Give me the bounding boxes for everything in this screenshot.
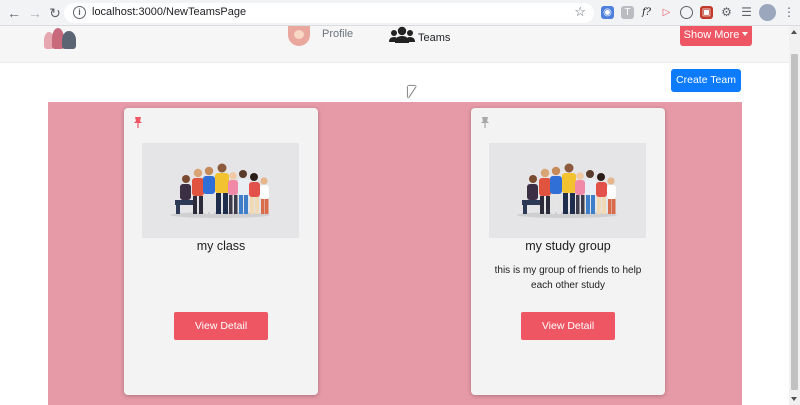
brand-logo-icon[interactable] [44, 26, 78, 50]
browser-toolbar: ← → ↻ i localhost:3000/NewTeamsPage ☆ ◉ … [0, 0, 800, 26]
team-card[interactable]: my study group this is my group of frien… [471, 108, 665, 395]
scroll-down-arrow-icon[interactable] [791, 397, 797, 401]
formula-extension-icon[interactable]: f? [640, 6, 653, 19]
translate-extension-icon[interactable]: T [621, 6, 634, 19]
color-picker-extension-icon[interactable] [680, 6, 693, 19]
nav-profile-label: Profile [322, 28, 354, 40]
site-info-icon[interactable]: i [73, 6, 86, 19]
reload-icon[interactable]: ↻ [47, 5, 63, 21]
nav-teams-label: Teams [418, 32, 451, 44]
mouse-cursor-icon [408, 86, 416, 98]
team-name: my class [196, 239, 246, 253]
address-url[interactable]: localhost:3000/NewTeamsPage [92, 6, 246, 18]
browser-menu-icon[interactable]: ⋮ [783, 5, 795, 19]
media-queue-icon[interactable]: ☰ [740, 6, 753, 19]
scrollbar-thumb[interactable] [791, 54, 798, 390]
create-team-button[interactable]: Create Team [671, 69, 741, 92]
address-bar[interactable]: i localhost:3000/NewTeamsPage ☆ [64, 3, 594, 23]
profile-avatar [288, 26, 310, 46]
scroll-up-arrow-icon[interactable] [791, 30, 797, 34]
view-detail-button[interactable]: View Detail [174, 312, 268, 340]
camera-extension-icon[interactable]: ◉ [601, 6, 614, 19]
play-extension-icon[interactable]: ▷ [660, 6, 673, 19]
view-detail-button[interactable]: View Detail [521, 312, 615, 340]
page-scrollbar[interactable] [789, 26, 800, 405]
app-navbar: Profile Teams Show More [0, 26, 789, 63]
puzzle-extensions-icon[interactable]: ⚙ [720, 6, 733, 19]
team-name: my study group [525, 239, 611, 253]
team-card[interactable]: my class View Detail [124, 108, 318, 395]
users-icon [389, 26, 415, 43]
back-arrow-icon[interactable]: ← [6, 5, 22, 21]
bookmark-star-icon[interactable]: ☆ [574, 4, 586, 20]
pin-icon[interactable] [479, 116, 491, 128]
red-extension-icon[interactable]: ▣ [700, 6, 713, 19]
show-more-dropdown-button[interactable]: Show More [680, 26, 752, 46]
team-illustration [489, 143, 646, 238]
pin-icon[interactable] [132, 116, 144, 128]
browser-profile-avatar[interactable] [759, 4, 776, 21]
show-more-label: Show More [683, 29, 740, 41]
teams-container: my class View Detail my study group this… [48, 102, 742, 405]
forward-arrow-icon[interactable]: → [27, 5, 43, 21]
caret-down-icon [742, 32, 749, 36]
team-illustration [142, 143, 299, 238]
team-description: this is my group of friends to help each… [494, 265, 642, 291]
